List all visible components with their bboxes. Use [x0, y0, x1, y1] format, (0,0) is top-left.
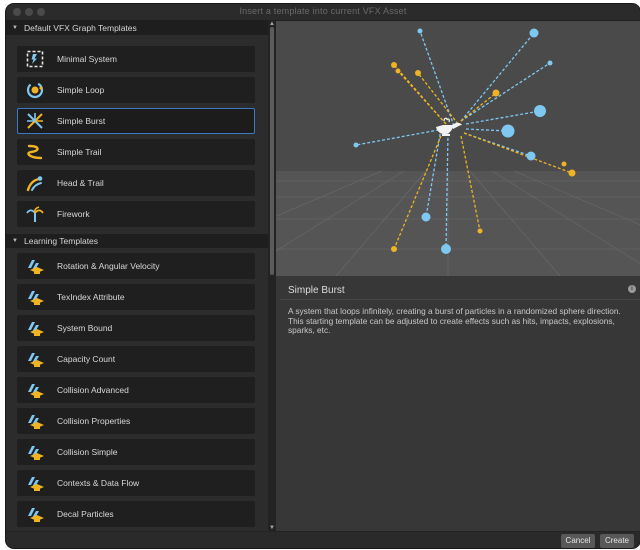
firework-icon [26, 206, 44, 222]
create-button[interactable]: Create [600, 534, 634, 548]
learning-icon [28, 322, 44, 336]
learning-icon [28, 260, 44, 274]
template-item-collision-properties[interactable]: Collision Properties [17, 408, 255, 434]
detail-divider [280, 299, 640, 300]
template-label: Firework [57, 209, 90, 219]
dialog-footer: Cancel Create [6, 531, 640, 548]
head-trail-icon [26, 176, 43, 192]
template-label: Simple Burst [57, 116, 106, 126]
detail-title: Simple Burst [288, 285, 345, 296]
template-item-firework[interactable]: Firework [17, 201, 255, 227]
minimal-system-icon [26, 50, 44, 68]
scrollbar-thumb[interactable] [270, 27, 274, 275]
template-item-collision-simple[interactable]: Collision Simple [17, 439, 255, 465]
learning-icon [28, 291, 44, 305]
template-label: Minimal System [57, 54, 117, 64]
template-details: Simple Burst i A system that loops infin… [276, 276, 640, 531]
collapse-triangle-icon: ▼ [12, 25, 18, 31]
template-label: Collision Advanced [57, 385, 129, 395]
simple-trail-icon [27, 144, 43, 160]
learning-icon [28, 477, 44, 491]
template-item-minimal-system[interactable]: Minimal System [17, 46, 255, 72]
template-preview [276, 21, 640, 276]
template-item-texindex-attribute[interactable]: TexIndex Attribute [17, 284, 255, 310]
template-item-contexts-data-flow[interactable]: Contexts & Data Flow [17, 470, 255, 496]
template-item-simple-burst[interactable]: Simple Burst [17, 108, 255, 134]
template-label: TexIndex Attribute [57, 292, 125, 302]
template-label: Simple Trail [57, 147, 102, 157]
info-icon[interactable]: i [628, 285, 636, 293]
section-header-learning[interactable]: ▼ Learning Templates [6, 234, 268, 248]
template-label: Collision Properties [57, 416, 131, 426]
learning-icon [28, 415, 44, 429]
template-item-capacity-count[interactable]: Capacity Count [17, 346, 255, 372]
template-item-collision-advanced[interactable]: Collision Advanced [17, 377, 255, 403]
simple-burst-icon [27, 113, 43, 129]
template-label: Collision Simple [57, 447, 118, 457]
template-item-simple-trail[interactable]: Simple Trail [17, 139, 255, 165]
template-list: ▼ Default VFX Graph Templates Minimal Sy… [6, 21, 268, 531]
simple-loop-icon [26, 81, 44, 99]
learning-icon [28, 384, 44, 398]
learning-icon [28, 353, 44, 367]
template-item-rotation-angular-velocity[interactable]: Rotation & Angular Velocity [17, 253, 255, 279]
template-label: Simple Loop [57, 85, 105, 95]
collapse-triangle-icon: ▼ [12, 238, 18, 244]
preview-scene [276, 21, 640, 276]
template-label: System Bound [57, 323, 113, 333]
cancel-button[interactable]: Cancel [561, 534, 595, 548]
learning-icon [28, 446, 44, 460]
template-label: Contexts & Data Flow [57, 478, 140, 488]
learning-icon [28, 508, 44, 522]
template-label: Decal Particles [57, 509, 114, 519]
detail-description: A system that loops infinitely, creating… [288, 306, 621, 335]
section-header-default[interactable]: ▼ Default VFX Graph Templates [6, 21, 268, 35]
template-item-simple-loop[interactable]: Simple Loop [17, 77, 255, 103]
window-title: Insert a template into current VFX Asset [239, 6, 407, 16]
template-item-system-bound[interactable]: System Bound [17, 315, 255, 341]
template-label: Capacity Count [57, 354, 116, 364]
list-scrollbar[interactable]: ▲ ▼ [268, 21, 276, 531]
template-item-decal-particles[interactable]: Decal Particles [17, 501, 255, 527]
template-window: Insert a template into current VFX Asset… [6, 4, 640, 548]
template-item-head-trail[interactable]: Head & Trail [17, 170, 255, 196]
template-label: Rotation & Angular Velocity [57, 261, 160, 271]
template-label: Head & Trail [57, 178, 104, 188]
title-bar: Insert a template into current VFX Asset [6, 4, 640, 21]
